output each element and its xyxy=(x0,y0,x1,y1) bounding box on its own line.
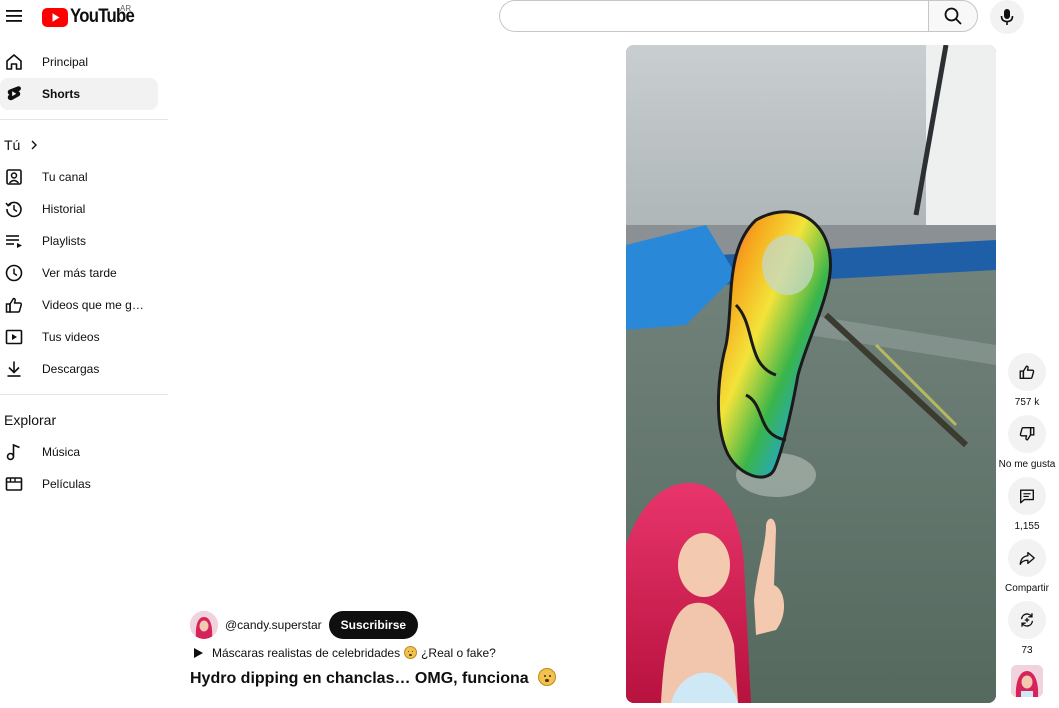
like-count: 757 k xyxy=(1014,397,1040,408)
playlist-text: Máscaras realistas de celebridades xyxy=(212,646,401,660)
sidebar-item-descargas[interactable]: Descargas xyxy=(0,353,158,385)
share-button[interactable] xyxy=(1008,539,1046,577)
remix-count: 73 xyxy=(1021,645,1033,656)
shorts-icon xyxy=(4,84,24,104)
sound-thumbnail-image xyxy=(1011,665,1043,697)
sidebar-item-label: Historial xyxy=(42,202,86,216)
channel-avatar[interactable] xyxy=(190,610,218,639)
search-icon xyxy=(944,7,962,25)
emoji-icon xyxy=(538,668,557,687)
thumbs-down-icon xyxy=(1019,427,1035,441)
sidebar-item-label: Películas xyxy=(42,477,91,491)
menu-button[interactable] xyxy=(2,4,26,28)
dislike-label: No me gusta xyxy=(998,459,1056,470)
dislike-button[interactable] xyxy=(1008,415,1046,453)
comments-button[interactable] xyxy=(1008,477,1046,515)
share-icon xyxy=(1019,551,1035,565)
like-button[interactable] xyxy=(1008,353,1046,391)
sidebar-item-ver-mas-tarde[interactable]: Ver más tarde xyxy=(0,257,158,289)
search-input[interactable] xyxy=(499,0,929,32)
comments-action: 1,155 xyxy=(998,477,1056,534)
chevron-right-icon xyxy=(30,140,38,150)
subscribe-button[interactable]: Suscribirse xyxy=(328,610,419,639)
section-title-explore: Explorar xyxy=(4,412,57,428)
sidebar-explore-header: Explorar xyxy=(0,404,168,436)
sidebar-item-tu-canal[interactable]: Tu canal xyxy=(0,161,158,193)
sidebar-item-label: Tus videos xyxy=(42,330,100,344)
liked-videos-icon xyxy=(4,295,24,315)
your-videos-icon xyxy=(4,327,24,347)
country-code: AR xyxy=(120,4,132,13)
remix-button[interactable] xyxy=(1008,601,1046,639)
sidebar-item-label: Playlists xyxy=(42,234,87,248)
sidebar-item-label: Videos que me gus… xyxy=(42,298,150,312)
voice-search-button[interactable] xyxy=(990,0,1024,34)
share-action: Compartir xyxy=(998,539,1056,596)
remix-action: 73 xyxy=(998,601,1056,658)
sidebar-item-liked-videos[interactable]: Videos que me gus… xyxy=(0,289,158,321)
sidebar-item-peliculas[interactable]: Películas xyxy=(0,468,158,500)
music-icon xyxy=(4,442,24,462)
movies-icon xyxy=(4,474,24,494)
home-icon xyxy=(4,52,24,72)
channel-row: @candy.superstar Suscribirse xyxy=(190,610,419,639)
sidebar-item-label: Música xyxy=(42,445,81,459)
short-title-text: Hydro dipping en chanclas… OMG, funciona xyxy=(190,670,529,687)
comment-icon xyxy=(1020,489,1034,504)
remix-icon xyxy=(1020,613,1034,627)
emoji-icon xyxy=(404,646,418,660)
channel-icon xyxy=(4,167,24,187)
sidebar-you-header[interactable]: Tú xyxy=(0,129,168,161)
sidebar-item-shorts[interactable]: Shorts xyxy=(0,78,158,110)
thumbs-up-icon xyxy=(1019,365,1035,379)
playlist-link[interactable]: Máscaras realistas de celebridades ¿Real… xyxy=(190,645,496,661)
sidebar-item-tus-videos[interactable]: Tus videos xyxy=(0,321,158,353)
menu-icon xyxy=(6,10,22,22)
sidebar-divider xyxy=(0,394,168,395)
sidebar-item-musica[interactable]: Música xyxy=(0,436,158,468)
watch-later-icon xyxy=(4,263,24,283)
sidebar-item-label: Descargas xyxy=(42,362,100,376)
section-title-you: Tú xyxy=(4,137,21,153)
dislike-action: No me gusta xyxy=(998,415,1056,472)
sidebar-item-playlists[interactable]: Playlists xyxy=(0,225,158,257)
comment-count: 1,155 xyxy=(1014,521,1040,532)
short-title: Hydro dipping en chanclas… OMG, funciona xyxy=(190,668,557,688)
sidebar-item-label: Tu canal xyxy=(42,170,88,184)
video-frame xyxy=(626,45,996,703)
channel-handle[interactable]: @candy.superstar xyxy=(225,618,322,632)
sidebar-item-historial[interactable]: Historial xyxy=(0,193,158,225)
history-icon xyxy=(4,199,24,219)
playlist-text-2: ¿Real o fake? xyxy=(421,646,496,660)
sidebar-item-principal[interactable]: Principal xyxy=(0,46,158,78)
youtube-logo-icon xyxy=(42,7,68,27)
playlists-icon xyxy=(4,231,24,251)
sidebar: Principal Shorts Tú Tu canal Historial P… xyxy=(0,46,168,500)
sidebar-item-label: Ver más tarde xyxy=(42,266,117,280)
share-label: Compartir xyxy=(1005,583,1049,594)
like-action: 757 k xyxy=(998,353,1056,410)
sound-thumbnail[interactable] xyxy=(1011,665,1043,697)
downloads-icon xyxy=(4,359,24,379)
play-icon xyxy=(190,645,206,661)
short-video-player[interactable] xyxy=(626,45,996,703)
action-column: 757 k No me gusta 1,155 Compartir 73 xyxy=(998,353,1056,658)
search-button[interactable] xyxy=(928,0,978,32)
sidebar-item-label: Shorts xyxy=(42,87,81,101)
microphone-icon xyxy=(1000,9,1014,25)
sidebar-divider xyxy=(0,119,168,120)
sidebar-item-label: Principal xyxy=(42,55,89,69)
